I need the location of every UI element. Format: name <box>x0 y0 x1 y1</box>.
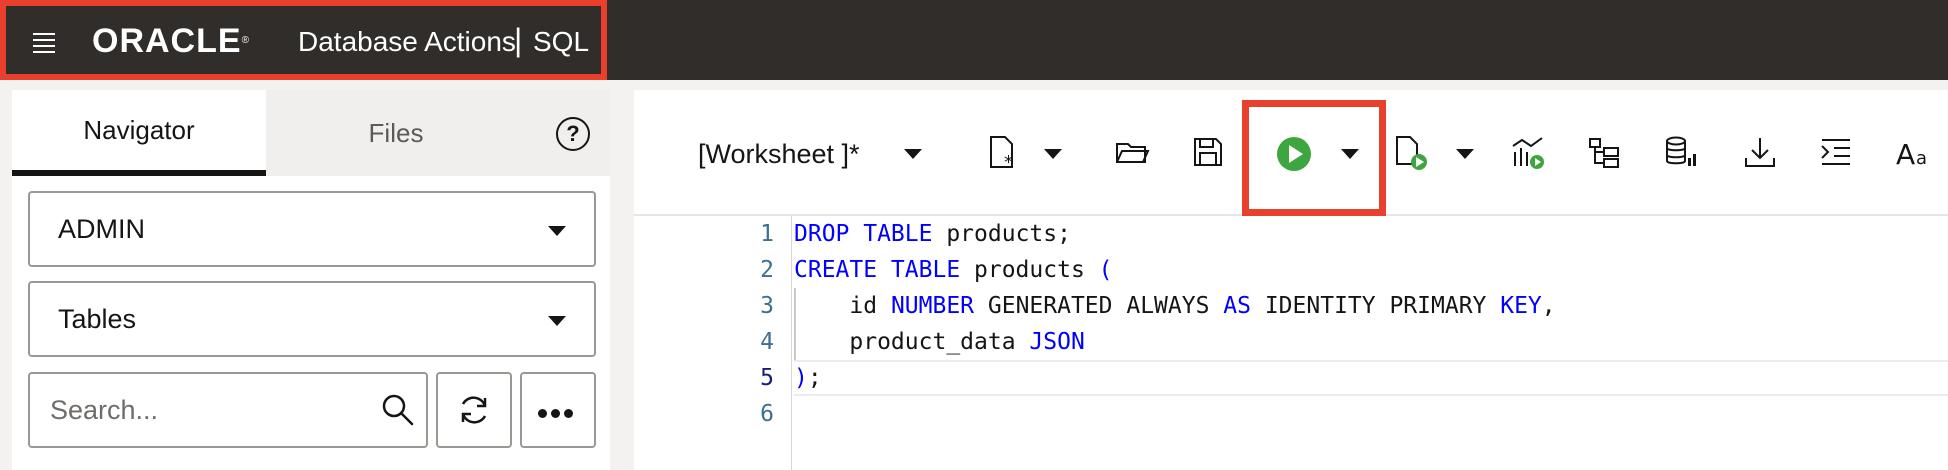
svg-text:a: a <box>1916 148 1927 169</box>
code-token: products; <box>932 221 1071 247</box>
svg-text:*: * <box>1004 152 1013 170</box>
worksheet-select[interactable]: [Worksheet ]* <box>698 134 860 174</box>
code-line: CREATE TABLE products ( <box>794 252 1113 288</box>
more-icon <box>538 405 578 418</box>
refresh-button[interactable] <box>436 372 512 448</box>
tab-navigator[interactable]: Navigator <box>12 90 266 176</box>
save-icon[interactable] <box>1190 134 1226 170</box>
code-token: product_data <box>794 329 1030 355</box>
chevron-down-icon <box>548 226 566 236</box>
code-token: IDENTITY PRIMARY <box>1250 293 1501 319</box>
run-statement-icon[interactable] <box>1274 134 1314 174</box>
code-line: product_data JSON <box>794 324 1085 360</box>
line-number: 3 <box>760 293 774 319</box>
svg-text:A: A <box>1896 138 1915 170</box>
current-line-highlight <box>794 360 1948 396</box>
object-type-select-value: Tables <box>58 304 137 334</box>
search-input[interactable] <box>50 388 370 432</box>
top-bar: ORACLE® Database Actions | SQL <box>0 0 1948 80</box>
new-worksheet-icon[interactable]: * <box>984 134 1020 170</box>
line-number: 1 <box>760 221 774 247</box>
panel-tabs: Navigator Files ? <box>12 90 610 176</box>
run-script-chevron-down-icon[interactable] <box>1456 149 1474 159</box>
sql-keyword: NUMBER <box>890 293 975 319</box>
code-line: DROP TABLE products; <box>794 216 1071 252</box>
sql-keyword: DROP TABLE <box>794 221 933 247</box>
schema-select[interactable]: ADMIN <box>28 191 596 267</box>
code-token: GENERATED ALWAYS <box>974 293 1224 319</box>
code-token: ; <box>807 365 822 391</box>
worksheet-area: [Worksheet ]* * A a 1 2 3 4 5 6 DROP TAB… <box>634 90 1948 470</box>
sql-keyword: JSON <box>1029 329 1085 355</box>
line-number-gutter: 1 2 3 4 5 6 <box>634 216 792 470</box>
sql-keyword: ) <box>794 365 808 391</box>
code-token: id <box>794 293 891 319</box>
section-title: SQL <box>533 26 590 57</box>
brand-highlight-box: ORACLE® Database Actions | SQL <box>0 0 607 80</box>
sql-keyword: KEY <box>1500 293 1542 319</box>
code-token: products <box>960 257 1099 283</box>
line-number: 2 <box>760 257 774 283</box>
navigator-panel: Navigator Files ? ADMIN Tables <box>12 90 610 470</box>
sql-keyword: CREATE TABLE <box>794 257 961 283</box>
code-line: ); <box>794 360 822 396</box>
search-box <box>28 372 428 448</box>
run-chevron-down-icon[interactable] <box>1341 149 1359 159</box>
run-script-icon[interactable] <box>1392 134 1428 170</box>
sql-history-icon[interactable] <box>1664 134 1700 170</box>
open-icon[interactable] <box>1114 134 1150 170</box>
refresh-icon <box>461 396 487 424</box>
oracle-logo: ORACLE® <box>92 22 250 60</box>
line-number: 6 <box>760 401 774 427</box>
code-token: , <box>1541 293 1556 319</box>
help-icon[interactable]: ? <box>556 117 590 151</box>
chevron-down-icon <box>548 316 566 326</box>
title-separator: | <box>514 22 523 58</box>
format-icon[interactable] <box>1818 134 1854 170</box>
font-size-icon[interactable]: A a <box>1896 134 1932 170</box>
search-icon[interactable] <box>380 392 416 428</box>
line-number: 5 <box>760 365 774 391</box>
more-actions-button[interactable] <box>520 372 596 448</box>
sql-keyword: ( <box>1098 257 1113 283</box>
hamburger-menu-icon[interactable] <box>33 33 55 53</box>
run-statement-highlight-box <box>1242 100 1386 216</box>
schema-select-value: ADMIN <box>58 214 145 244</box>
object-type-select[interactable]: Tables <box>28 281 596 357</box>
worksheet-select-label: [Worksheet ]* <box>698 139 860 169</box>
tab-files[interactable]: Files <box>266 90 526 176</box>
download-icon[interactable] <box>1742 134 1778 170</box>
line-number: 4 <box>760 329 774 355</box>
new-worksheet-chevron-down-icon[interactable] <box>1044 149 1062 159</box>
code-line: id NUMBER GENERATED ALWAYS AS IDENTITY P… <box>794 288 1556 324</box>
explain-plan-icon[interactable] <box>1510 134 1546 170</box>
worksheet-toolbar: [Worksheet ]* * A a <box>634 90 1948 216</box>
autotrace-icon[interactable] <box>1586 134 1622 170</box>
app-title: Database Actions <box>298 26 516 57</box>
sql-keyword: AS <box>1223 293 1251 319</box>
worksheet-chevron-down-icon[interactable] <box>904 149 922 159</box>
code-editor[interactable]: 1 2 3 4 5 6 DROP TABLE products; CREATE … <box>634 216 1948 470</box>
